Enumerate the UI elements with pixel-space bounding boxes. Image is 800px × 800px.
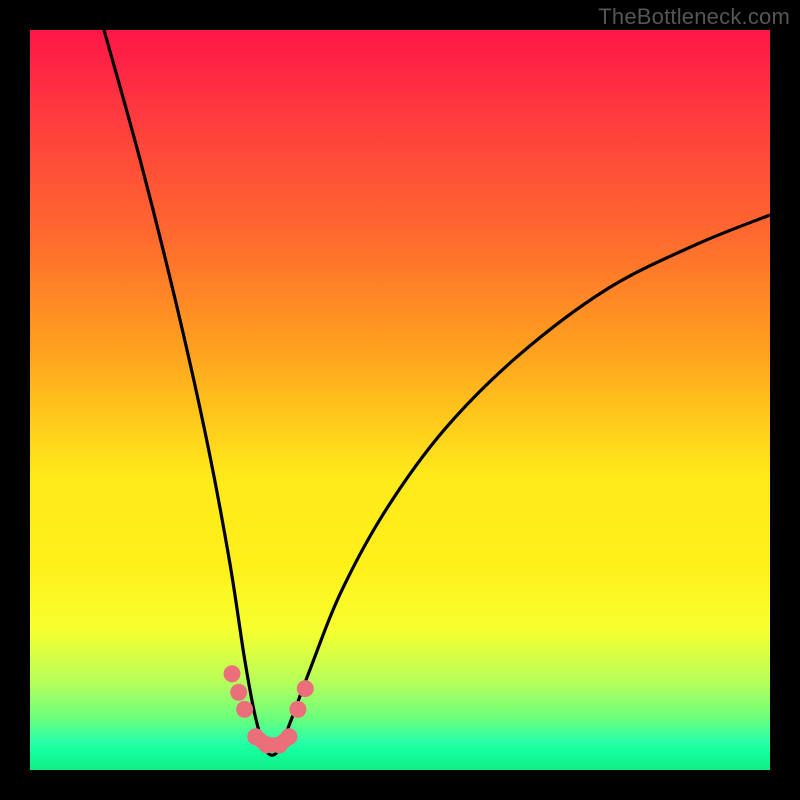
- bead-icon: [281, 728, 298, 745]
- bead-icon: [230, 684, 247, 701]
- bead-icon: [236, 701, 253, 718]
- chart-frame: TheBottleneck.com: [0, 0, 800, 800]
- bottleneck-curve: [104, 30, 770, 755]
- bead-icon: [297, 680, 314, 697]
- highlight-beads: [224, 665, 314, 753]
- attribution-text: TheBottleneck.com: [598, 4, 790, 30]
- plot-area: [30, 30, 770, 770]
- bead-icon: [289, 701, 306, 718]
- bead-icon: [224, 665, 241, 682]
- curve-svg: [30, 30, 770, 770]
